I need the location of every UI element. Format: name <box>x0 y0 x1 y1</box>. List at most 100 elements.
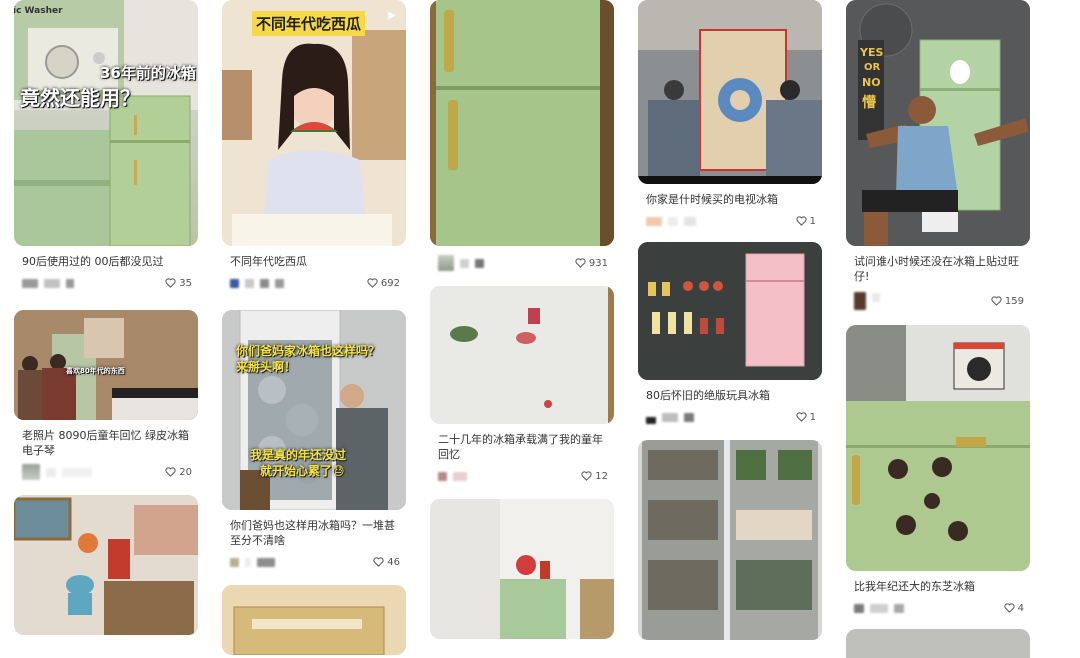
author-info[interactable] <box>230 557 275 567</box>
overlay-or: OR <box>864 62 881 73</box>
overlay-caption-2: 我是真的年还没过 <box>250 448 347 462</box>
avatar[interactable] <box>854 603 864 613</box>
post-card[interactable]: 80后怀旧的绝版玩具冰箱 1 <box>638 242 824 424</box>
post-card[interactable]: 931 <box>430 0 616 271</box>
post-card[interactable]: 比我年纪还大的东芝冰箱 4 <box>846 325 1032 615</box>
post-card[interactable]: ic Washer 36年前的冰箱 竟然还能用？ 90后使用过的 00后都没见过… <box>14 0 200 290</box>
author-info[interactable] <box>438 255 484 271</box>
like-button[interactable]: 1 <box>796 216 816 227</box>
author-name[interactable] <box>662 412 678 422</box>
post-title[interactable]: 80后怀旧的绝版玩具冰箱 <box>638 388 824 403</box>
avatar[interactable] <box>438 255 454 271</box>
like-button[interactable]: 931 <box>575 258 608 269</box>
post-thumbnail[interactable] <box>638 0 822 184</box>
post-card[interactable] <box>846 629 1032 658</box>
author-name-extra <box>475 258 484 268</box>
post-thumbnail[interactable] <box>638 440 822 640</box>
post-title[interactable]: 90后使用过的 00后都没见过 <box>14 254 200 269</box>
avatar[interactable] <box>22 278 38 288</box>
post-card[interactable] <box>430 499 616 639</box>
like-button[interactable]: 159 <box>991 296 1024 307</box>
post-title[interactable]: 不同年代吃西瓜 <box>222 254 408 269</box>
author-name[interactable] <box>245 278 254 288</box>
post-title[interactable]: 你家是什时候买的电视冰箱 <box>638 192 824 207</box>
avatar[interactable] <box>230 557 239 567</box>
feed-column-3: 931 二十几年的冰箱承载满了我的童年回忆 12 <box>430 0 616 639</box>
post-thumbnail[interactable] <box>222 585 406 655</box>
post-card[interactable]: 你们爸妈家冰箱也这样吗？ 来掰头啊！ 我是真的年还没过 就开始心累了😓 你们爸妈… <box>222 310 408 569</box>
overlay-title-badge: 不同年代吃西瓜 <box>252 11 366 36</box>
author-name-extra <box>275 278 284 288</box>
like-button[interactable]: 12 <box>581 471 608 482</box>
author-name-extra <box>66 278 74 288</box>
heart-icon <box>575 258 586 268</box>
post-meta: 692 <box>222 276 408 290</box>
author-info[interactable] <box>646 216 696 226</box>
author-name[interactable] <box>46 467 56 477</box>
post-thumbnail[interactable] <box>430 499 614 639</box>
man-fridge-image <box>846 0 1030 246</box>
post-meta: 12 <box>430 469 616 483</box>
post-thumbnail[interactable]: ic Washer 36年前的冰箱 竟然还能用？ <box>14 0 198 246</box>
post-meta: 46 <box>222 555 408 569</box>
avatar[interactable] <box>438 471 447 481</box>
post-card[interactable]: 不同年代吃西瓜 ▶ 不同年代吃西瓜 692 <box>222 0 408 290</box>
post-title[interactable]: 老照片 8090后童年回忆 绿皮冰箱电子琴 <box>14 428 200 458</box>
like-button[interactable]: 692 <box>367 278 400 289</box>
like-count: 692 <box>380 277 400 289</box>
avatar[interactable] <box>230 278 239 288</box>
post-card[interactable]: YES OR NO 懵 试问谁小时候还没在冰箱上贴过旺仔! 159 <box>846 0 1032 311</box>
avatar[interactable] <box>22 464 40 480</box>
author-name-extra <box>684 216 696 226</box>
author-info[interactable] <box>22 464 92 480</box>
author-name[interactable] <box>453 471 467 481</box>
author-info[interactable] <box>438 471 467 481</box>
author-info[interactable] <box>854 603 904 613</box>
post-thumbnail[interactable]: 不同年代吃西瓜 ▶ <box>222 0 406 246</box>
author-name[interactable] <box>872 292 880 302</box>
post-card[interactable] <box>638 440 824 640</box>
author-name[interactable] <box>245 557 251 567</box>
post-thumbnail[interactable]: 你们爸妈家冰箱也这样吗？ 来掰头啊！ 我是真的年还没过 就开始心累了😓 <box>222 310 406 510</box>
post-thumbnail[interactable] <box>638 242 822 380</box>
like-button[interactable]: 20 <box>165 467 192 478</box>
author-name[interactable] <box>44 278 60 288</box>
post-thumbnail[interactable] <box>430 286 614 424</box>
like-button[interactable]: 46 <box>373 557 400 568</box>
post-thumbnail[interactable] <box>846 629 1030 658</box>
avatar[interactable] <box>854 292 866 310</box>
post-thumbnail[interactable] <box>430 0 614 246</box>
post-card[interactable]: 喜欢80年代的东西 老照片 8090后童年回忆 绿皮冰箱电子琴 20 <box>14 310 200 480</box>
post-card[interactable] <box>222 585 408 655</box>
post-meta: 35 <box>14 276 200 290</box>
author-name[interactable] <box>460 258 469 268</box>
washer-fridge-image <box>14 0 198 246</box>
post-title[interactable]: 试问谁小时候还没在冰箱上贴过旺仔! <box>846 254 1032 284</box>
post-title[interactable]: 二十几年的冰箱承载满了我的童年回忆 <box>430 432 616 462</box>
post-thumbnail[interactable]: 喜欢80年代的东西 <box>14 310 198 420</box>
post-thumbnail[interactable] <box>14 495 198 635</box>
author-name-extra <box>62 467 92 477</box>
author-name[interactable] <box>668 216 678 226</box>
post-thumbnail[interactable] <box>846 325 1030 571</box>
post-title[interactable]: 比我年纪还大的东芝冰箱 <box>846 579 1032 594</box>
avatar[interactable] <box>646 216 662 226</box>
author-info[interactable] <box>230 278 284 288</box>
post-card[interactable]: 你家是什时候买的电视冰箱 1 <box>638 0 824 228</box>
author-info[interactable] <box>646 410 694 424</box>
author-name-extra <box>257 557 275 567</box>
author-name[interactable] <box>870 603 888 613</box>
like-count: 4 <box>1017 602 1024 614</box>
like-button[interactable]: 1 <box>796 412 816 423</box>
author-info[interactable] <box>22 278 74 288</box>
post-card[interactable] <box>14 495 200 635</box>
avatar[interactable] <box>646 410 656 424</box>
author-info[interactable] <box>854 292 880 310</box>
family-photo-image <box>14 310 198 420</box>
post-thumbnail[interactable]: YES OR NO 懵 <box>846 0 1030 246</box>
like-button[interactable]: 4 <box>1004 603 1024 614</box>
like-count: 931 <box>588 257 608 269</box>
post-title[interactable]: 你们爸妈也这样用冰箱吗？一堆甚至分不清啥 <box>222 518 408 548</box>
like-button[interactable]: 35 <box>165 278 192 289</box>
post-card[interactable]: 二十几年的冰箱承载满了我的童年回忆 12 <box>430 286 616 483</box>
